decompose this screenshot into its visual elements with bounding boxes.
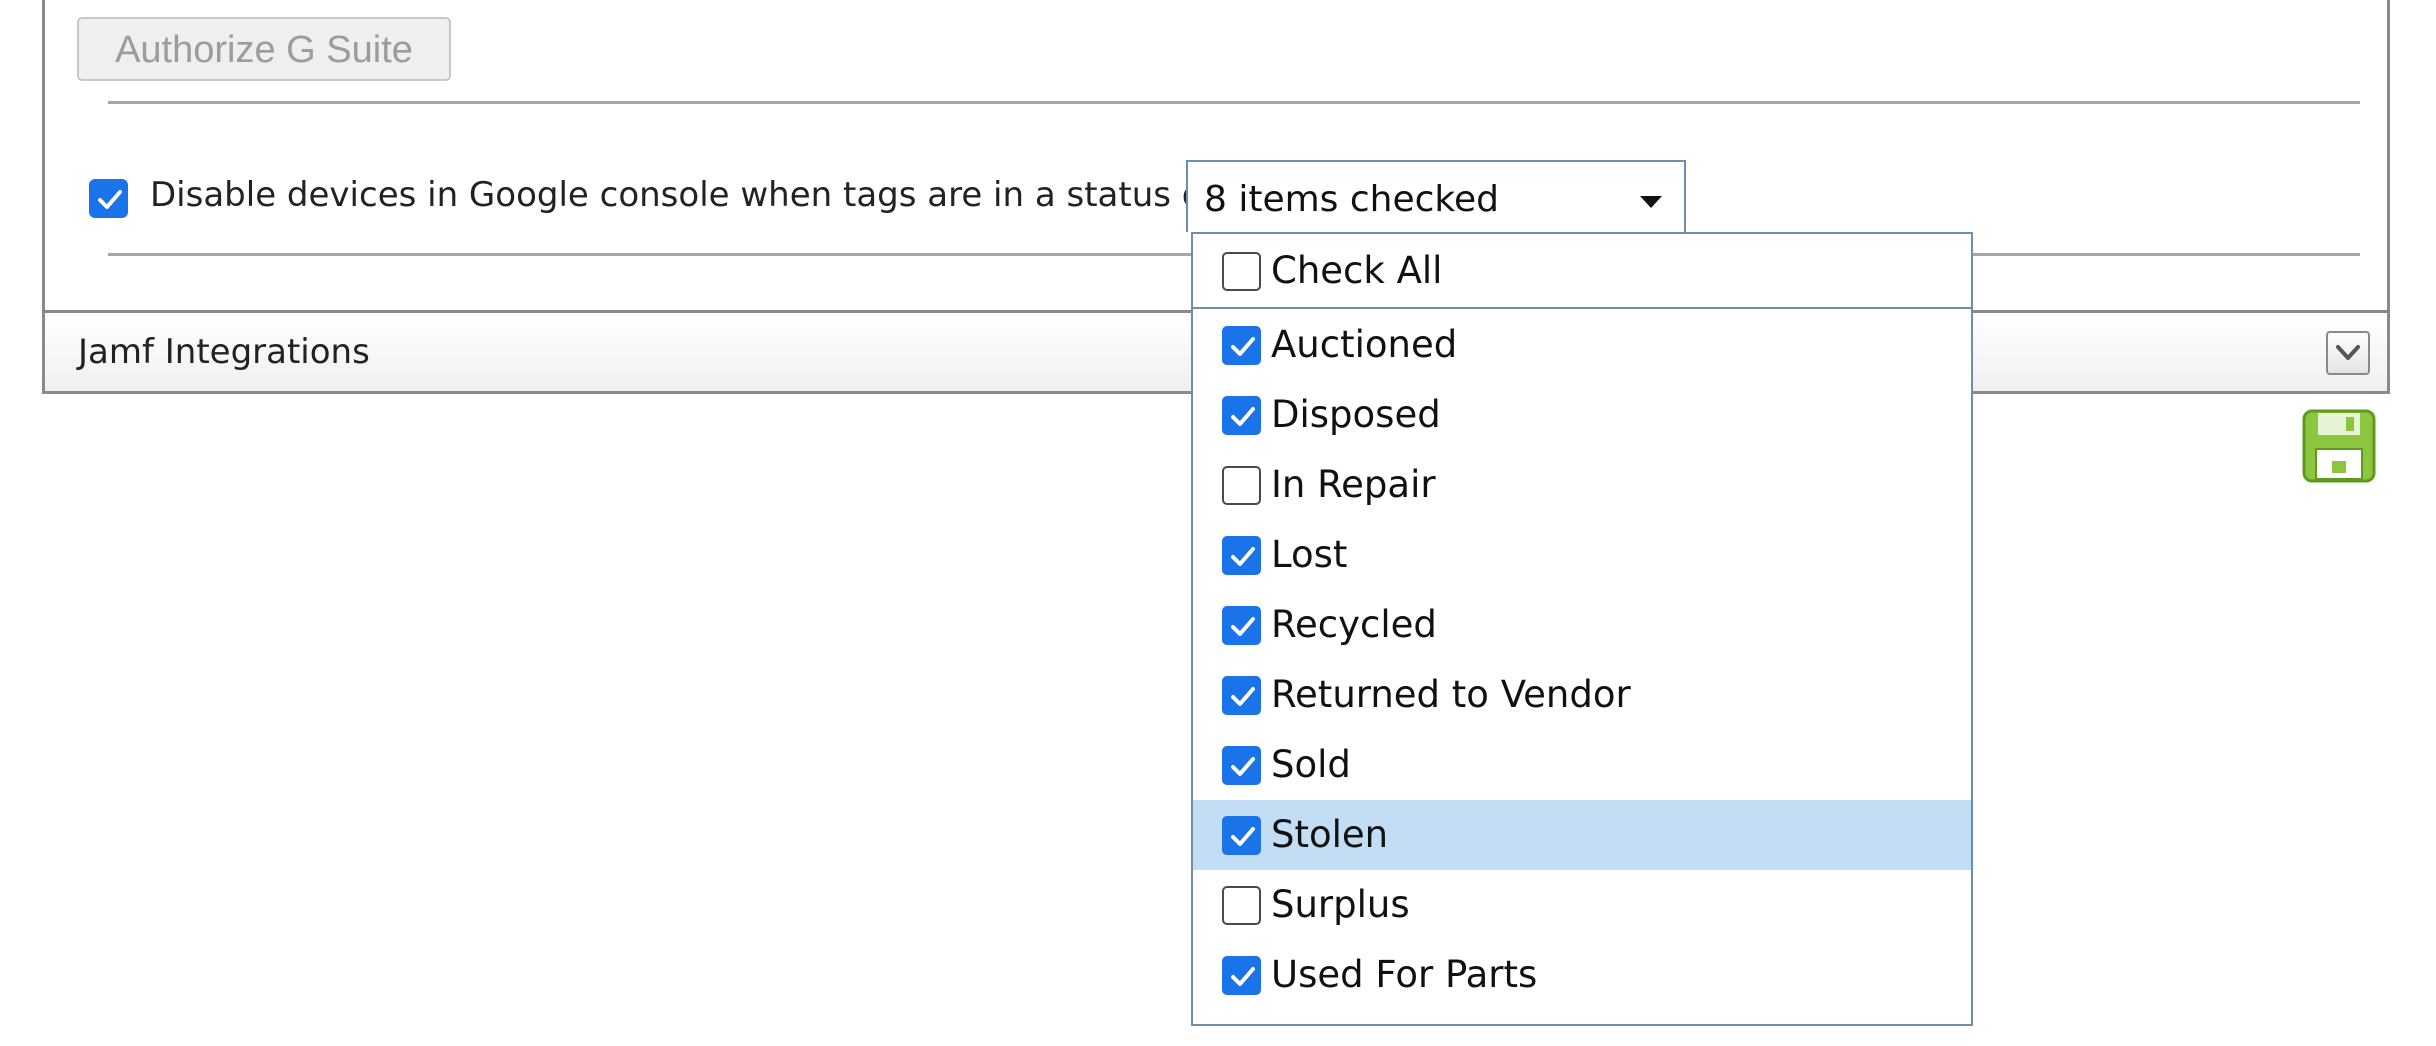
- checkmark-icon: [1231, 967, 1255, 986]
- checkmark-icon: [1231, 617, 1255, 636]
- option-checkbox[interactable]: [1222, 396, 1261, 435]
- option-checkbox[interactable]: [1222, 746, 1261, 785]
- check-all-label: Check All: [1271, 249, 1443, 292]
- option-label: Used For Parts: [1271, 953, 1538, 996]
- option-label: Surplus: [1271, 883, 1410, 926]
- option-label: Sold: [1271, 743, 1351, 786]
- status-multiselect[interactable]: 8 items checked: [1186, 160, 1686, 232]
- option-checkbox[interactable]: [1222, 466, 1261, 505]
- disable-devices-checkbox[interactable]: [89, 179, 128, 218]
- checkmark-icon: [1231, 337, 1255, 356]
- option-label: Returned to Vendor: [1271, 673, 1631, 716]
- option-checkbox[interactable]: [1222, 606, 1261, 645]
- jamf-integrations-title: Jamf Integrations: [78, 332, 370, 372]
- option-label: In Repair: [1271, 463, 1436, 506]
- save-button[interactable]: [2302, 409, 2376, 483]
- dropdown-option-sold[interactable]: Sold: [1193, 730, 1971, 800]
- checkmark-icon: [1231, 407, 1255, 426]
- dropdown-option-surplus[interactable]: Surplus: [1193, 870, 1971, 940]
- checkmark-icon: [1231, 757, 1255, 776]
- option-checkbox[interactable]: [1222, 816, 1261, 855]
- option-checkbox[interactable]: [1222, 956, 1261, 995]
- option-label: Auctioned: [1271, 323, 1458, 366]
- option-checkbox[interactable]: [1222, 886, 1261, 925]
- dropdown-option-used-for-parts[interactable]: Used For Parts: [1193, 940, 1971, 1010]
- collapse-toggle-button[interactable]: [2326, 331, 2370, 375]
- floppy-disk-icon: [2302, 409, 2376, 483]
- checkmark-icon: [98, 190, 122, 209]
- check-all-checkbox[interactable]: [1222, 252, 1261, 291]
- dropdown-option-in-repair[interactable]: In Repair: [1193, 450, 1971, 520]
- option-label: Recycled: [1271, 603, 1437, 646]
- option-label: Lost: [1271, 533, 1348, 576]
- authorize-gsuite-button[interactable]: Authorize G Suite: [77, 17, 451, 81]
- option-checkbox[interactable]: [1222, 536, 1261, 575]
- section-divider: [108, 101, 2360, 104]
- option-label: Stolen: [1271, 813, 1389, 856]
- checkmark-icon: [1231, 547, 1255, 566]
- option-checkbox[interactable]: [1222, 326, 1261, 365]
- status-dropdown-list: Check All Auctioned Disposed In Repair L…: [1191, 232, 1973, 1026]
- dropdown-option-recycled[interactable]: Recycled: [1193, 590, 1971, 660]
- status-multiselect-value: 8 items checked: [1204, 179, 1499, 220]
- checkmark-icon: [1231, 827, 1255, 846]
- disable-devices-label: Disable devices in Google console when t…: [150, 175, 1215, 215]
- dropdown-option-disposed[interactable]: Disposed: [1193, 380, 1971, 450]
- dropdown-option-returned-to-vendor[interactable]: Returned to Vendor: [1193, 660, 1971, 730]
- check-all-option[interactable]: Check All: [1193, 234, 1971, 309]
- checkmark-icon: [1231, 687, 1255, 706]
- dropdown-option-lost[interactable]: Lost: [1193, 520, 1971, 590]
- caret-down-icon: [1640, 196, 1662, 208]
- dropdown-option-stolen[interactable]: Stolen: [1193, 800, 1971, 870]
- dropdown-option-auctioned[interactable]: Auctioned: [1193, 310, 1971, 380]
- option-label: Disposed: [1271, 393, 1441, 436]
- chevron-down-icon: [2336, 345, 2360, 360]
- option-checkbox[interactable]: [1222, 676, 1261, 715]
